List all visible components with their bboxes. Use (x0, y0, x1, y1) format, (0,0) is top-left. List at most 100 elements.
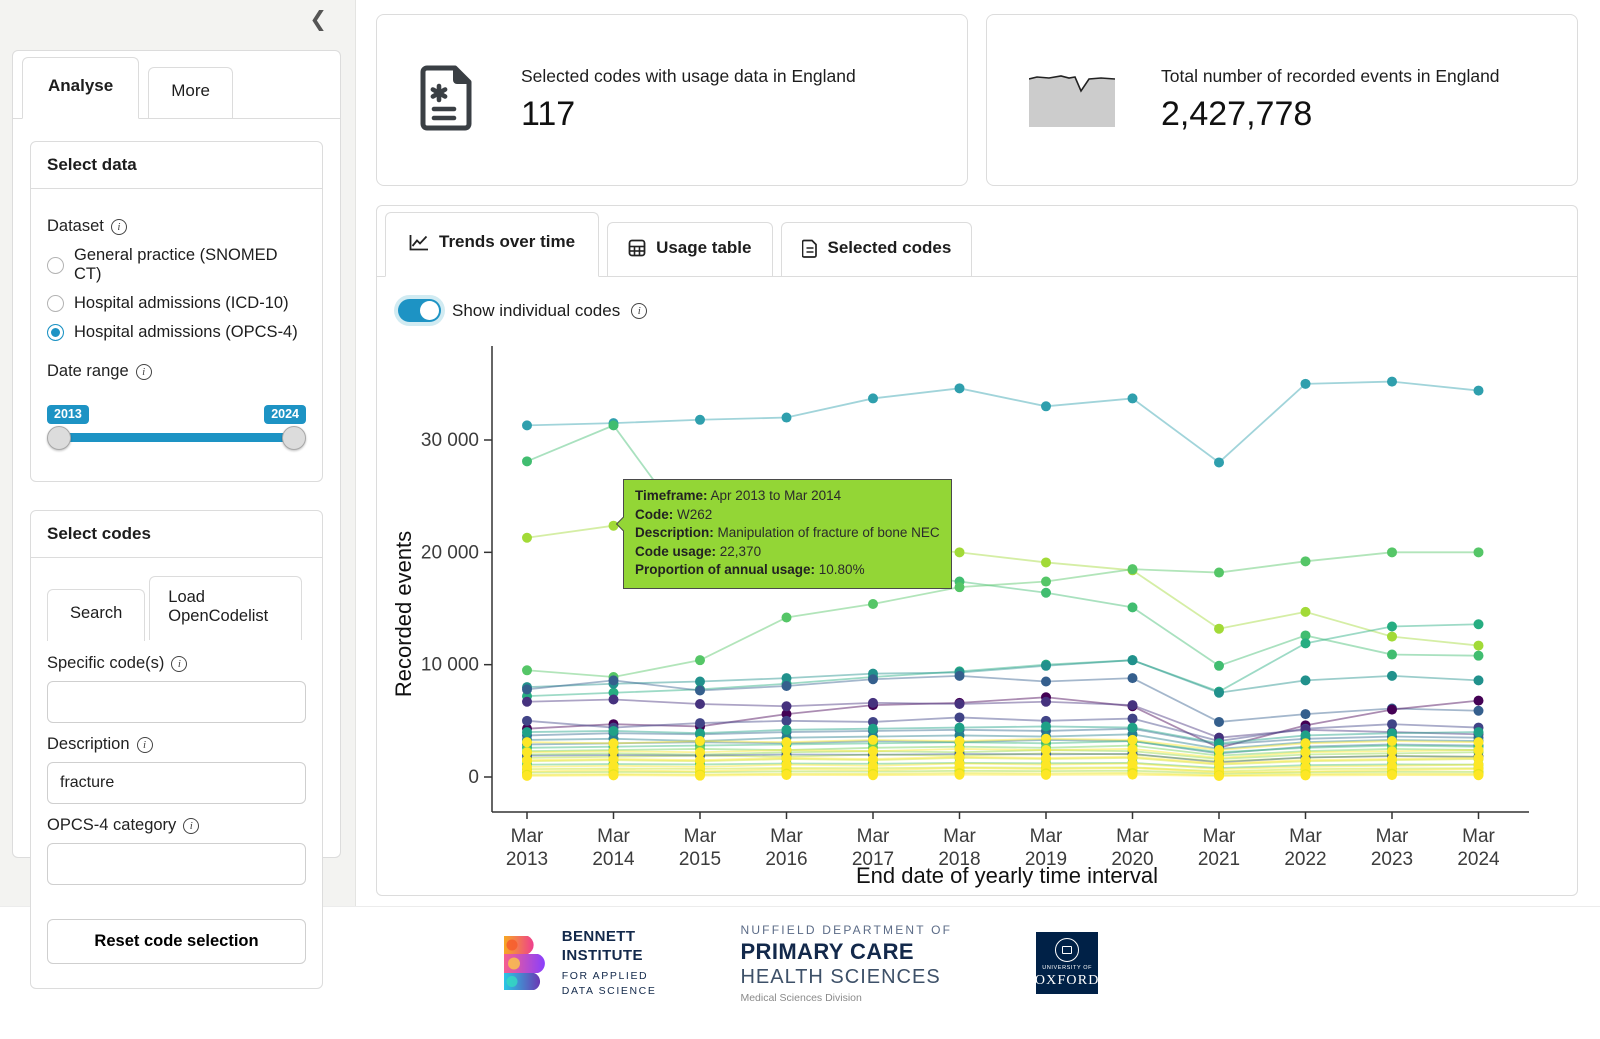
data-point[interactable] (1474, 641, 1484, 651)
show-individual-codes-toggle[interactable] (398, 299, 441, 322)
data-point[interactable] (1301, 770, 1311, 780)
data-point[interactable] (609, 420, 619, 430)
data-point[interactable] (955, 723, 965, 733)
data-point[interactable] (522, 533, 532, 543)
data-point[interactable] (1474, 651, 1484, 661)
data-point[interactable] (1214, 457, 1224, 467)
data-point[interactable] (1128, 393, 1138, 403)
data-point[interactable] (1128, 655, 1138, 665)
data-point[interactable] (1387, 770, 1397, 780)
data-point[interactable] (522, 684, 532, 694)
data-point[interactable] (868, 599, 878, 609)
data-point[interactable] (1387, 671, 1397, 681)
opcs4-category-input[interactable] (47, 843, 306, 885)
specific-codes-info-icon[interactable]: i (171, 656, 187, 672)
radio-hospital-opcs4[interactable]: Hospital admissions (OPCS-4) (47, 323, 306, 342)
data-point[interactable] (1474, 619, 1484, 629)
data-point[interactable] (1387, 547, 1397, 557)
data-point[interactable] (782, 716, 792, 726)
data-point[interactable] (522, 727, 532, 737)
data-point[interactable] (1387, 705, 1397, 715)
data-point[interactable] (609, 726, 619, 736)
data-point[interactable] (1301, 638, 1311, 648)
data-point[interactable] (1041, 721, 1051, 731)
data-point[interactable] (782, 725, 792, 735)
data-point[interactable] (1301, 709, 1311, 719)
tab-analyse[interactable]: Analyse (22, 57, 139, 119)
data-point[interactable] (1041, 401, 1051, 411)
data-point[interactable] (1041, 577, 1051, 587)
data-point[interactable] (522, 665, 532, 675)
data-point[interactable] (1128, 700, 1138, 710)
slider-handle-max[interactable] (282, 426, 306, 450)
data-point[interactable] (1214, 717, 1224, 727)
data-point[interactable] (955, 383, 965, 393)
data-point[interactable] (609, 770, 619, 780)
specific-codes-input[interactable] (47, 681, 306, 723)
data-point[interactable] (955, 671, 965, 681)
data-point[interactable] (1128, 723, 1138, 733)
reset-code-selection-button[interactable]: Reset code selection (47, 919, 306, 964)
tab-search[interactable]: Search (47, 589, 145, 641)
data-point[interactable] (1041, 734, 1051, 744)
data-point[interactable] (1214, 771, 1224, 781)
opcs4-category-info-icon[interactable]: i (183, 818, 199, 834)
data-point[interactable] (782, 681, 792, 691)
data-point[interactable] (1387, 632, 1397, 642)
data-point[interactable] (1128, 673, 1138, 683)
data-point[interactable] (1474, 770, 1484, 780)
data-point[interactable] (695, 655, 705, 665)
data-point[interactable] (782, 612, 792, 622)
data-point[interactable] (1387, 621, 1397, 631)
data-point[interactable] (522, 420, 532, 430)
data-point[interactable] (609, 675, 619, 685)
data-point[interactable] (868, 674, 878, 684)
toggle-info-icon[interactable]: i (631, 303, 647, 319)
data-point[interactable] (1301, 556, 1311, 566)
data-point[interactable] (1128, 602, 1138, 612)
data-point[interactable] (1301, 379, 1311, 389)
radio-hospital-icd10[interactable]: Hospital admissions (ICD-10) (47, 294, 306, 313)
data-point[interactable] (1474, 675, 1484, 685)
description-input[interactable] (47, 762, 306, 804)
tab-usage-table[interactable]: Usage table (607, 222, 772, 276)
data-point[interactable] (695, 677, 705, 687)
data-point[interactable] (1041, 588, 1051, 598)
data-point[interactable] (1041, 770, 1051, 780)
data-point[interactable] (1214, 661, 1224, 671)
data-point[interactable] (1301, 738, 1311, 748)
data-point[interactable] (868, 735, 878, 745)
data-point[interactable] (695, 771, 705, 781)
data-point[interactable] (1387, 736, 1397, 746)
data-point[interactable] (1474, 727, 1484, 737)
data-point[interactable] (522, 697, 532, 707)
data-point[interactable] (695, 736, 705, 746)
data-point[interactable] (695, 415, 705, 425)
data-point[interactable] (522, 737, 532, 747)
data-point[interactable] (868, 698, 878, 708)
data-point[interactable] (1214, 624, 1224, 634)
data-point[interactable] (1128, 714, 1138, 724)
data-point[interactable] (1041, 661, 1051, 671)
tab-selected-codes[interactable]: Selected codes (781, 222, 973, 276)
slider-handle-min[interactable] (47, 426, 71, 450)
data-point[interactable] (1128, 735, 1138, 745)
data-point[interactable] (695, 699, 705, 709)
data-point[interactable] (1128, 564, 1138, 574)
tab-load-opencodelist[interactable]: Load OpenCodelist (149, 576, 302, 640)
data-point[interactable] (609, 694, 619, 704)
data-point[interactable] (1474, 547, 1484, 557)
data-point[interactable] (955, 547, 965, 557)
data-point[interactable] (1387, 377, 1397, 387)
data-point[interactable] (868, 770, 878, 780)
data-point[interactable] (955, 582, 965, 592)
radio-general-practice[interactable]: General practice (SNOMED CT) (47, 246, 306, 284)
data-point[interactable] (955, 770, 965, 780)
data-point[interactable] (1474, 696, 1484, 706)
slider-track[interactable] (58, 433, 295, 442)
data-point[interactable] (1301, 607, 1311, 617)
data-point[interactable] (1041, 697, 1051, 707)
data-point[interactable] (1474, 386, 1484, 396)
date-range-info-icon[interactable]: i (136, 364, 152, 380)
data-point[interactable] (782, 770, 792, 780)
